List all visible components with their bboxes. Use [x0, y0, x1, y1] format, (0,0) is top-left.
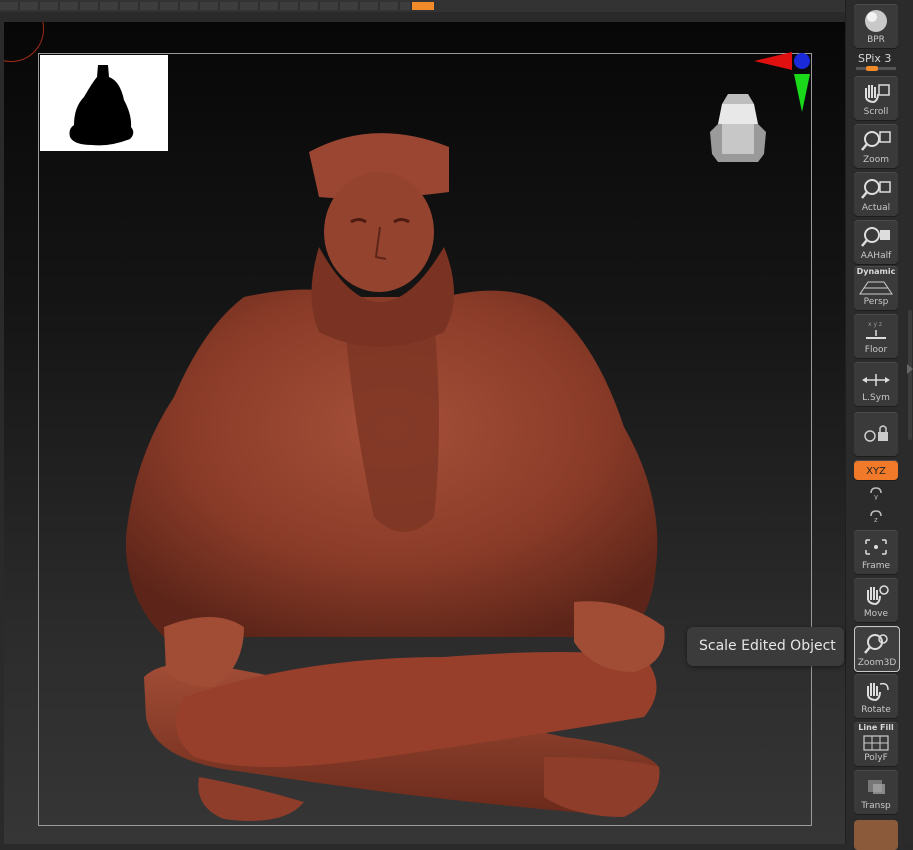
zoom-button[interactable]: Zoom: [854, 124, 898, 168]
persp-top-label: Dynamic: [856, 267, 896, 276]
aahalf-label: AAHalf: [860, 251, 892, 261]
frame-label: Frame: [861, 561, 891, 571]
actual-button[interactable]: Actual: [854, 172, 898, 216]
spix-label: SPix 3: [858, 52, 892, 65]
symmetry-icon: [862, 374, 890, 386]
transp-label: Transp: [861, 801, 891, 811]
strip-segments: [0, 2, 410, 10]
move-button[interactable]: Move: [854, 578, 898, 622]
hand-move-icon: [867, 585, 889, 606]
xyz-label: XYZ: [866, 466, 886, 477]
transparency-icon: [868, 780, 885, 794]
floor-label: Floor: [864, 345, 888, 355]
camera-lock-icon: [864, 425, 888, 442]
polyf-top-label: Line Fill: [858, 723, 894, 732]
xyz-rotate-button[interactable]: XYZ: [854, 460, 898, 480]
polyf-label: PolyF: [864, 753, 888, 763]
strip-marker[interactable]: [412, 2, 434, 10]
rotate-z-icon[interactable]: z: [868, 509, 884, 523]
bpr-label: BPR: [867, 35, 885, 45]
move-label: Move: [863, 609, 889, 619]
polyf-button[interactable]: Line Fill PolyF: [854, 722, 898, 766]
ghost-button[interactable]: [854, 820, 898, 850]
zoom3d-button[interactable]: Zoom3D: [854, 626, 900, 672]
persp-label: Persp: [863, 297, 889, 307]
persp-button[interactable]: Dynamic Persp: [854, 266, 898, 310]
sphere-icon: [865, 10, 887, 32]
rotate-button[interactable]: Rotate: [854, 674, 898, 718]
top-progress-strip: [0, 0, 845, 12]
frame-button[interactable]: Frame: [854, 530, 898, 574]
tooltip: Scale Edited Object: [687, 627, 844, 666]
hand-icon: [865, 84, 890, 104]
local-lock-button[interactable]: [854, 412, 898, 456]
shelf-scrollbar[interactable]: [908, 310, 912, 440]
bpr-button[interactable]: BPR: [854, 4, 898, 48]
right-shelf: BPR SPix 3 Scroll Zoom Actual AAHalf Dyn…: [845, 0, 913, 850]
spix-handle[interactable]: [866, 66, 878, 71]
floor-button[interactable]: x y z Floor: [854, 314, 898, 358]
frame-icon: [865, 539, 887, 555]
transp-button[interactable]: Transp: [854, 770, 898, 814]
magnifier-icon: [861, 227, 890, 247]
magnifier-3d-icon: [864, 634, 888, 654]
grid-icon: [863, 735, 889, 751]
lsym-button[interactable]: L.Sym: [854, 362, 898, 406]
lsym-label: L.Sym: [862, 393, 890, 403]
document-viewport[interactable]: [4, 22, 845, 844]
tooltip-text: Scale Edited Object: [699, 638, 836, 654]
floor-icon: x y z: [866, 321, 886, 339]
svg-text:y: y: [874, 493, 878, 500]
magnifier-icon: [861, 179, 891, 199]
rotate-y-icon[interactable]: y: [868, 486, 884, 500]
zoom3d-label: Zoom3D: [857, 658, 897, 668]
aahalf-button[interactable]: AAHalf: [854, 220, 898, 264]
zoom-label: Zoom: [863, 155, 889, 165]
magnifier-icon: [861, 131, 891, 151]
svg-text:x y z: x y z: [868, 321, 882, 328]
perspective-icon: [859, 281, 893, 295]
shelf-expand-arrow[interactable]: [907, 364, 913, 374]
rotate-icon: [867, 682, 889, 702]
scroll-label: Scroll: [863, 107, 889, 117]
sculpt-figure[interactable]: [104, 97, 684, 827]
actual-label: Actual: [861, 203, 891, 213]
scroll-button[interactable]: Scroll: [854, 76, 898, 120]
rotate-label: Rotate: [861, 705, 891, 715]
svg-text:z: z: [874, 516, 878, 523]
camera-view-cube[interactable]: [706, 94, 770, 166]
spix-slider[interactable]: SPix 3: [854, 52, 898, 72]
